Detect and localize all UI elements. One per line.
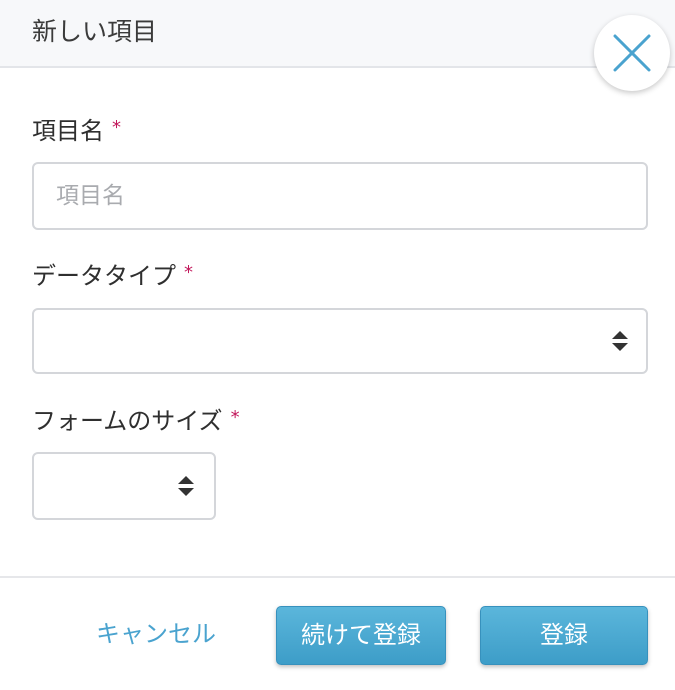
data-type-label-text: データタイプ [32, 262, 176, 290]
register-button[interactable]: 登録 [480, 606, 648, 665]
form-size-label-text: フォームのサイズ [32, 407, 223, 435]
item-name-input[interactable] [34, 164, 646, 228]
item-name-label-text: 項目名 [32, 117, 104, 145]
required-mark: * [112, 117, 121, 138]
data-type-select[interactable] [32, 308, 648, 374]
sort-arrows-icon [178, 476, 194, 498]
footer-divider [0, 576, 675, 578]
dialog-header: 新しい項目 [0, 0, 675, 68]
dialog-title: 新しい項目 [32, 17, 158, 46]
item-name-label: 項目名 * [32, 113, 121, 146]
cancel-button[interactable]: キャンセル [96, 618, 216, 650]
sort-arrows-icon [612, 331, 628, 353]
form-size-label: フォームのサイズ * [32, 403, 240, 436]
continue-register-button[interactable]: 続けて登録 [276, 606, 446, 665]
required-mark: * [184, 262, 193, 283]
form-size-select[interactable] [32, 452, 216, 520]
data-type-label: データタイプ * [32, 258, 193, 291]
item-name-field [32, 162, 648, 230]
required-mark: * [230, 407, 240, 428]
close-button[interactable] [594, 15, 670, 91]
new-item-dialog: 新しい項目 項目名 * データタイプ * フォームのサイズ * キャンセル 続けて登録… [0, 0, 675, 690]
close-icon [613, 34, 651, 72]
